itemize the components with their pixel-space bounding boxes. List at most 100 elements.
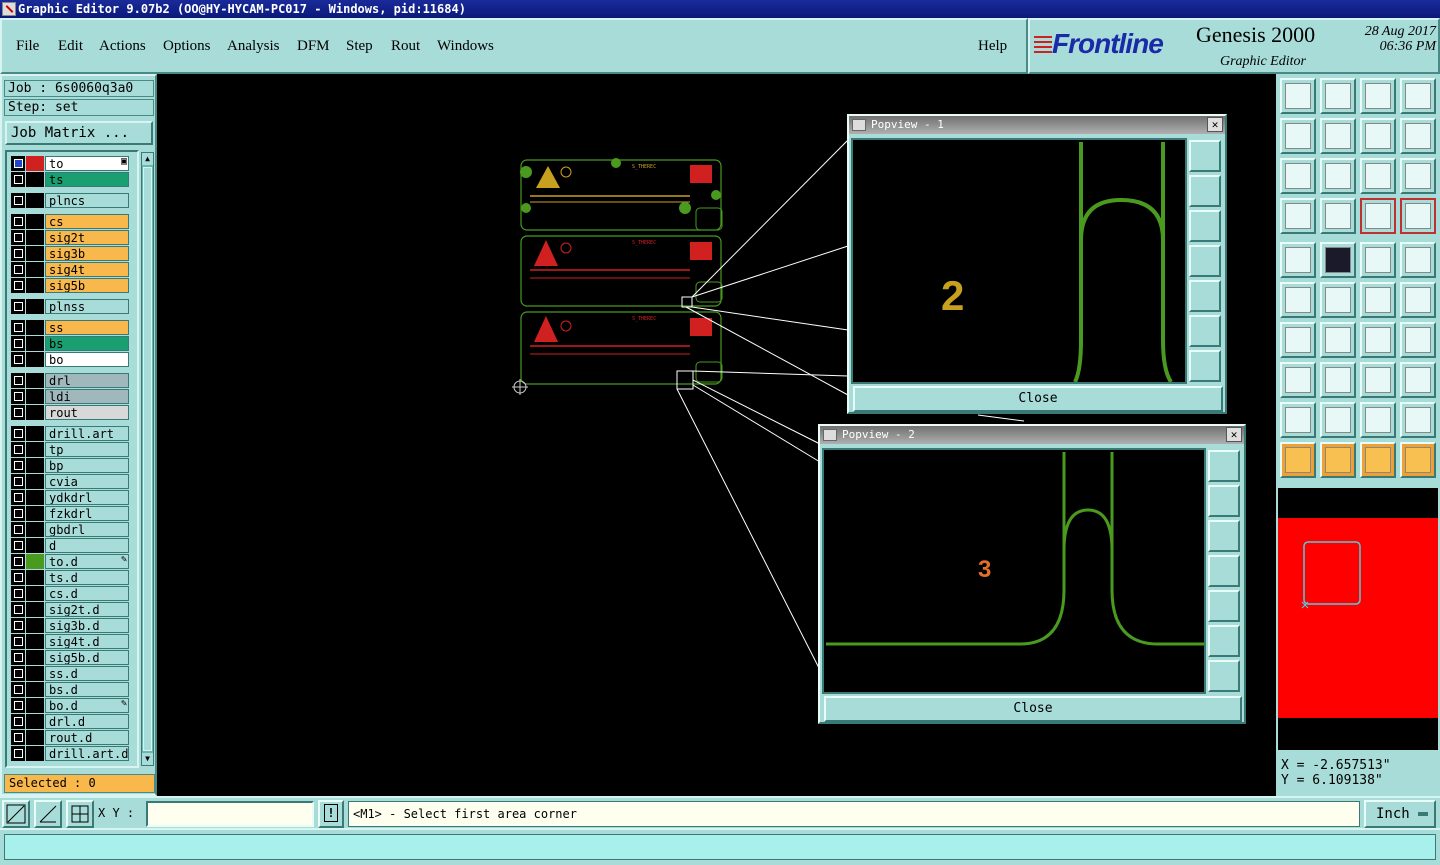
triangle-a-glyph bbox=[1325, 407, 1351, 433]
units-value: Inch bbox=[1376, 806, 1410, 822]
arc-select-icon[interactable] bbox=[1400, 282, 1436, 318]
move-right-icon[interactable] bbox=[1320, 118, 1356, 154]
move-left-glyph bbox=[1285, 123, 1311, 149]
triangle-select-icon[interactable] bbox=[1280, 402, 1316, 438]
move-down-icon[interactable] bbox=[1320, 78, 1356, 114]
popview-pan-up-icon[interactable] bbox=[1189, 175, 1221, 207]
slash-icon[interactable] bbox=[1320, 322, 1356, 358]
popview-1-trace-art bbox=[1073, 142, 1173, 384]
pointer-icon[interactable] bbox=[1280, 442, 1316, 478]
popview-zoom-in-icon[interactable] bbox=[1208, 625, 1240, 657]
scale-1-2-icon[interactable] bbox=[1360, 158, 1396, 194]
measure-icon[interactable] bbox=[34, 800, 62, 828]
pointer-box-glyph bbox=[1325, 447, 1351, 473]
split-view-icon[interactable] bbox=[1400, 78, 1436, 114]
time-text: 06:36 PM bbox=[1379, 39, 1436, 54]
popview-2-canvas[interactable]: 3 bbox=[822, 448, 1206, 694]
move-left-icon[interactable] bbox=[1280, 118, 1316, 154]
popview-pan-up-icon[interactable] bbox=[1208, 485, 1240, 517]
graphic-editor-window: Graphic Editor 9.07b2 (OO@HY-HYCAM-PC017… bbox=[0, 0, 1440, 865]
home-icon[interactable] bbox=[1360, 78, 1396, 114]
pad-move-glyph bbox=[1285, 367, 1311, 393]
arc-select-glyph bbox=[1405, 287, 1431, 313]
grid-icon[interactable] bbox=[66, 800, 94, 828]
pcb-panel-art: S_THEREC S_THEREC S_THEREC bbox=[512, 158, 723, 395]
units-dropdown[interactable]: Inch bbox=[1364, 800, 1436, 828]
fit-icon[interactable] bbox=[1280, 158, 1316, 194]
pad-add-icon[interactable] bbox=[1280, 242, 1316, 278]
arc-add-icon[interactable] bbox=[1360, 282, 1396, 318]
grid-snap-icon[interactable] bbox=[1320, 198, 1356, 234]
delete-point-icon[interactable] bbox=[1320, 282, 1356, 318]
route-pointer-icon[interactable] bbox=[1400, 442, 1436, 478]
mirror-glyph bbox=[1405, 123, 1431, 149]
layers-icon[interactable] bbox=[1280, 198, 1316, 234]
popview-1-titlebar[interactable]: Popview - 1 bbox=[849, 116, 1225, 134]
text-edit-icon[interactable] bbox=[1400, 322, 1436, 358]
layers-glyph bbox=[1285, 203, 1311, 229]
popview-zoom-home-icon[interactable] bbox=[1208, 450, 1240, 482]
feature-select-a-icon[interactable] bbox=[1360, 198, 1396, 234]
zoom-window-icon[interactable] bbox=[2, 800, 30, 828]
arch-b-icon[interactable] bbox=[1400, 402, 1436, 438]
pad-move-icon[interactable] bbox=[1280, 362, 1316, 398]
pointer-glyph bbox=[1285, 447, 1311, 473]
pointer-box-icon[interactable] bbox=[1320, 442, 1356, 478]
popview-2-close-icon[interactable]: ✕ bbox=[1226, 427, 1242, 442]
angle-icon[interactable] bbox=[1280, 322, 1316, 358]
feature-select-b-icon[interactable] bbox=[1400, 198, 1436, 234]
zoom-region-2 bbox=[676, 370, 694, 390]
pointer-select-icon[interactable] bbox=[1360, 442, 1396, 478]
popview-pan-down-icon[interactable] bbox=[1189, 210, 1221, 242]
popview-pan-right-icon[interactable] bbox=[1189, 280, 1221, 312]
line-add-icon[interactable] bbox=[1320, 242, 1356, 278]
ruler-glyph bbox=[1365, 247, 1391, 273]
undo-arc-icon[interactable] bbox=[1360, 322, 1396, 358]
ruler-icon[interactable] bbox=[1360, 242, 1396, 278]
popview-1-canvas[interactable]: 2 bbox=[851, 138, 1187, 384]
overview-map[interactable] bbox=[1278, 488, 1438, 750]
right-toolbar: X = -2.657513" Y = 6.109138" bbox=[1276, 74, 1440, 796]
popview-1-close-button[interactable]: Close bbox=[853, 386, 1223, 412]
arch-icon[interactable] bbox=[1360, 402, 1396, 438]
connect-icon[interactable] bbox=[1280, 282, 1316, 318]
grid-glyph bbox=[71, 805, 89, 823]
popview-pan-left-icon[interactable] bbox=[1189, 245, 1221, 277]
line-break-icon[interactable] bbox=[1320, 362, 1356, 398]
home-glyph bbox=[1365, 83, 1391, 109]
popview-zoom-out-icon[interactable] bbox=[1189, 350, 1221, 382]
popview-2-title: Popview - 2 bbox=[842, 428, 915, 441]
dimension-icon[interactable] bbox=[1360, 362, 1396, 398]
popview-2-titlebar[interactable]: Popview - 2 bbox=[820, 426, 1244, 444]
rotate-icon[interactable] bbox=[1360, 118, 1396, 154]
popview-zoom-out-icon[interactable] bbox=[1208, 660, 1240, 692]
circle-fill-icon[interactable] bbox=[1400, 242, 1436, 278]
alert-icon[interactable]: ! bbox=[318, 800, 344, 828]
popview-2-trace-art bbox=[826, 452, 1204, 646]
group-icon[interactable] bbox=[1400, 362, 1436, 398]
xy-input[interactable] bbox=[146, 801, 314, 827]
chevron-down-icon bbox=[1418, 812, 1428, 816]
popview-pan-left-icon[interactable] bbox=[1208, 555, 1240, 587]
popview-pan-right-icon[interactable] bbox=[1208, 590, 1240, 622]
mirror-icon[interactable] bbox=[1400, 118, 1436, 154]
line-add-glyph bbox=[1325, 247, 1351, 273]
text-edit-glyph bbox=[1405, 327, 1431, 353]
popview-2-close-button[interactable]: Close bbox=[824, 696, 1242, 722]
pad-add-glyph bbox=[1285, 247, 1311, 273]
arc-add-glyph bbox=[1365, 287, 1391, 313]
triangle-a-icon[interactable] bbox=[1320, 402, 1356, 438]
popview-1-window: Popview - 1 ✕ 2 Close bbox=[847, 114, 1227, 414]
popview-pan-down-icon[interactable] bbox=[1208, 520, 1240, 552]
overview-board-outline bbox=[1301, 541, 1361, 609]
help-query-icon[interactable] bbox=[1400, 158, 1436, 194]
scale-1-2-glyph bbox=[1365, 163, 1391, 189]
slash-glyph bbox=[1325, 327, 1351, 353]
move-up-icon[interactable] bbox=[1280, 78, 1316, 114]
center-glyph bbox=[1325, 163, 1351, 189]
popview-1-close-icon[interactable]: ✕ bbox=[1207, 117, 1223, 132]
popview-zoom-home-icon[interactable] bbox=[1189, 140, 1221, 172]
center-icon[interactable] bbox=[1320, 158, 1356, 194]
popview-zoom-in-icon[interactable] bbox=[1189, 315, 1221, 347]
route-pointer-glyph bbox=[1405, 447, 1431, 473]
